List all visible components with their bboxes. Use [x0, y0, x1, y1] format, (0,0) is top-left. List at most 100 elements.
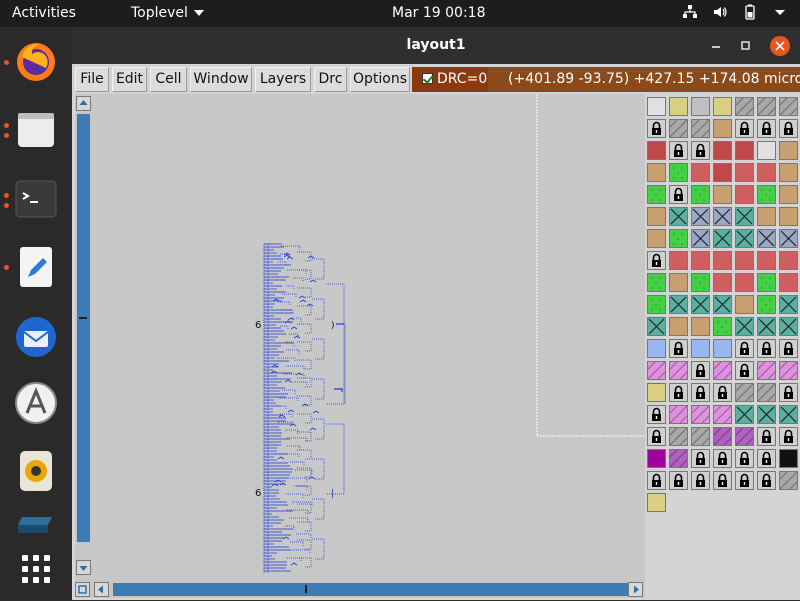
layer-swatch[interactable] — [647, 229, 666, 248]
layer-swatch[interactable] — [757, 251, 776, 270]
layer-swatch[interactable] — [779, 295, 798, 314]
layer-swatch[interactable] — [647, 383, 666, 402]
scroll-up-button[interactable] — [76, 96, 91, 111]
dock-item-text-editor[interactable] — [12, 243, 60, 291]
window-titlebar[interactable]: layout1 — [72, 27, 800, 64]
layer-swatch[interactable] — [757, 97, 776, 116]
layer-swatch[interactable] — [779, 383, 798, 402]
layer-swatch[interactable] — [669, 361, 688, 380]
layer-swatch[interactable] — [779, 251, 798, 270]
clock[interactable]: Mar 19 00:18 — [392, 5, 485, 21]
layer-swatch[interactable] — [757, 471, 776, 490]
layer-swatch[interactable] — [757, 383, 776, 402]
layer-swatch[interactable] — [779, 317, 798, 336]
layer-swatch[interactable] — [691, 97, 710, 116]
layer-swatch[interactable] — [669, 295, 688, 314]
layer-swatch[interactable] — [647, 141, 666, 160]
layer-swatch[interactable] — [669, 449, 688, 468]
layer-swatch[interactable] — [757, 229, 776, 248]
layer-swatch[interactable] — [713, 141, 732, 160]
layer-swatch[interactable] — [691, 163, 710, 182]
layer-swatch[interactable] — [735, 141, 754, 160]
layer-swatch[interactable] — [779, 207, 798, 226]
layer-swatch[interactable] — [647, 273, 666, 292]
layer-swatch[interactable] — [669, 405, 688, 424]
layer-swatch[interactable] — [735, 251, 754, 270]
layer-swatch[interactable] — [757, 449, 776, 468]
layer-swatch[interactable] — [691, 251, 710, 270]
layer-swatch[interactable] — [735, 295, 754, 314]
layer-swatch[interactable] — [713, 471, 732, 490]
layout-canvas[interactable]: 6 6 ) | — [92, 94, 645, 581]
vertical-scrollbar[interactable] — [75, 94, 92, 581]
layer-swatch[interactable] — [669, 229, 688, 248]
layer-swatch[interactable] — [713, 97, 732, 116]
layer-swatch[interactable] — [735, 97, 754, 116]
dock-item-firefox[interactable] — [12, 37, 60, 85]
layer-swatch[interactable] — [647, 493, 666, 512]
layer-swatch[interactable] — [691, 383, 710, 402]
layer-swatch[interactable] — [691, 119, 710, 138]
layer-swatch[interactable] — [691, 273, 710, 292]
vertical-scroll-thumb[interactable] — [77, 114, 90, 542]
zoom-fit-button[interactable] — [75, 582, 90, 597]
layer-swatch[interactable] — [647, 251, 666, 270]
layer-swatch[interactable] — [669, 185, 688, 204]
layer-swatch[interactable] — [669, 163, 688, 182]
layer-swatch[interactable] — [647, 317, 666, 336]
layer-swatch[interactable] — [713, 119, 732, 138]
dock-item-device[interactable] — [12, 513, 60, 537]
layer-swatch[interactable] — [713, 251, 732, 270]
layer-swatch[interactable] — [757, 361, 776, 380]
layer-swatch[interactable] — [669, 471, 688, 490]
system-tray[interactable] — [682, 4, 788, 20]
layer-swatch[interactable] — [713, 163, 732, 182]
menu-layers[interactable]: Layers — [255, 67, 311, 92]
menu-cell[interactable]: Cell — [150, 67, 187, 92]
layer-swatch[interactable] — [669, 427, 688, 446]
layer-swatch[interactable] — [691, 295, 710, 314]
layer-swatch[interactable] — [757, 207, 776, 226]
layer-swatch[interactable] — [713, 449, 732, 468]
layer-swatch[interactable] — [713, 361, 732, 380]
dock-item-rhythmbox[interactable] — [12, 447, 60, 495]
layer-swatch[interactable] — [647, 427, 666, 446]
layer-swatch[interactable] — [647, 471, 666, 490]
layer-swatch[interactable] — [757, 427, 776, 446]
layer-swatch[interactable] — [713, 207, 732, 226]
layer-swatch[interactable] — [691, 449, 710, 468]
layer-swatch[interactable] — [669, 97, 688, 116]
layer-swatch[interactable] — [735, 273, 754, 292]
layer-swatch[interactable] — [713, 427, 732, 446]
layer-swatch[interactable] — [779, 427, 798, 446]
layer-swatch[interactable] — [669, 251, 688, 270]
layer-swatch[interactable] — [691, 471, 710, 490]
layer-swatch[interactable] — [735, 405, 754, 424]
activities-button[interactable]: Activities — [12, 5, 76, 21]
layer-swatch[interactable] — [669, 119, 688, 138]
menu-file[interactable]: File — [75, 67, 109, 92]
layer-swatch[interactable] — [779, 163, 798, 182]
layer-swatch[interactable] — [757, 317, 776, 336]
layer-swatch[interactable] — [757, 295, 776, 314]
layer-swatch[interactable] — [713, 317, 732, 336]
layer-swatch[interactable] — [735, 229, 754, 248]
layer-swatch[interactable] — [713, 405, 732, 424]
layer-swatch[interactable] — [735, 185, 754, 204]
layer-swatch[interactable] — [757, 185, 776, 204]
menu-window[interactable]: Window — [190, 67, 252, 92]
layer-swatch[interactable] — [779, 229, 798, 248]
horizontal-scroll-thumb[interactable] — [113, 583, 628, 596]
app-menu[interactable]: Toplevel — [131, 5, 204, 21]
layer-swatch[interactable] — [713, 339, 732, 358]
dock-item-terminal[interactable] — [12, 175, 60, 223]
scroll-left-button[interactable] — [94, 582, 109, 597]
layer-swatch[interactable] — [779, 339, 798, 358]
layer-swatch[interactable] — [713, 273, 732, 292]
layer-swatch[interactable] — [735, 471, 754, 490]
layer-swatch[interactable] — [647, 339, 666, 358]
layer-swatch[interactable] — [735, 207, 754, 226]
layer-swatch[interactable] — [779, 97, 798, 116]
layer-swatch[interactable] — [691, 229, 710, 248]
dock-item-files[interactable] — [12, 105, 60, 153]
